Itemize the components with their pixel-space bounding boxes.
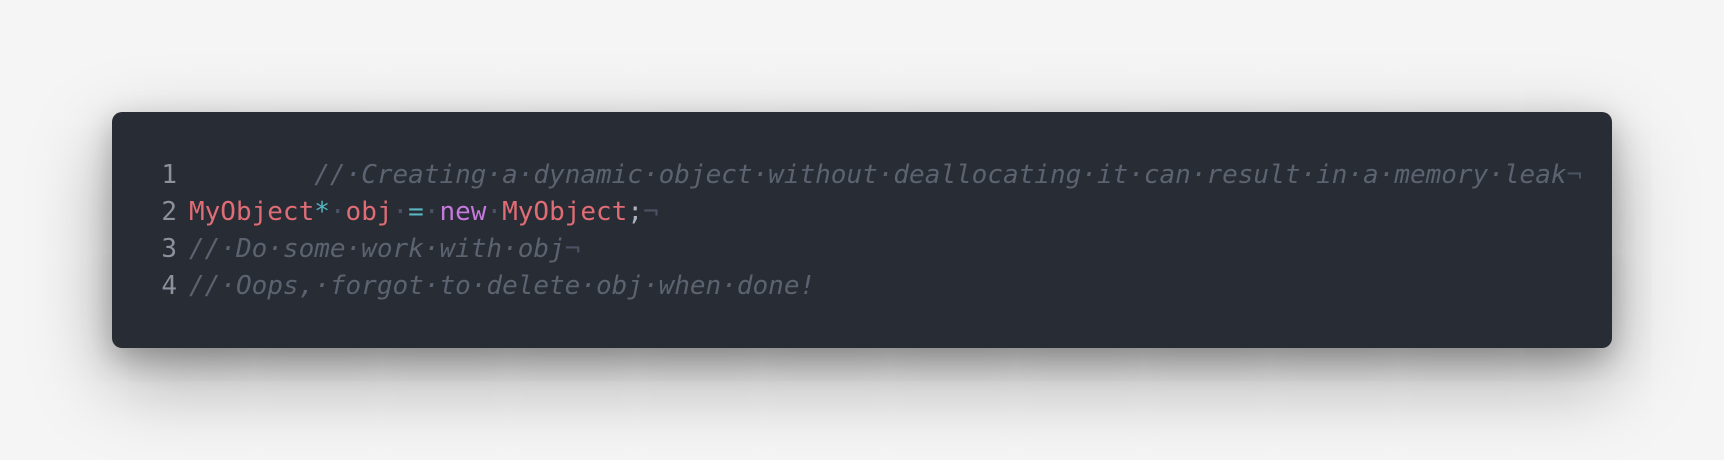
line-content: //·Oops,·forgot·to·delete·obj·when·done!: [189, 268, 1612, 305]
comment-token: //·Do·some·work·with·obj: [189, 234, 565, 264]
line-number: 4: [161, 271, 177, 301]
variable-token: obj: [345, 197, 393, 227]
line-number: 3: [161, 234, 177, 264]
whitespace-marker: ·: [486, 197, 503, 227]
type-token: MyObject: [189, 197, 315, 227]
semicolon-token: ;: [627, 197, 643, 227]
code-line-3: 3 //·Do·some·work·with·obj¬: [112, 231, 1612, 268]
code-line-4: 4 //·Oops,·forgot·to·delete·obj·when·don…: [112, 268, 1612, 305]
code-editor-window: 1 //·Creating·a·dynamic·object·without·d…: [112, 112, 1612, 348]
line-number: 1: [161, 160, 177, 190]
line-end-marker: ¬: [564, 234, 581, 264]
whitespace-marker: ·: [329, 197, 346, 227]
whitespace-marker: ·: [423, 197, 440, 227]
line-end-marker: ¬: [643, 197, 659, 227]
comment-token: //·Oops,·forgot·to·delete·obj·when·done!: [189, 271, 816, 301]
code-lines: 1 //·Creating·a·dynamic·object·without·d…: [112, 157, 1612, 305]
line-content: MyObject*·obj·=·new·MyObject;¬: [189, 194, 1612, 231]
pointer-operator-token: *: [314, 197, 330, 227]
whitespace-marker: ·: [392, 197, 409, 227]
type-token: MyObject: [502, 197, 628, 227]
comment-token: //·Creating·a·dynamic·object·without·dea…: [314, 160, 1567, 190]
keyword-token: new: [439, 197, 487, 227]
code-line-2: 2 MyObject*·obj·=·new·MyObject;¬: [112, 194, 1612, 231]
line-number: 2: [161, 197, 177, 227]
assign-operator-token: =: [408, 197, 424, 227]
line-end-marker: ¬: [1566, 160, 1583, 190]
code-line-1: 1 //·Creating·a·dynamic·object·without·d…: [112, 157, 1612, 194]
line-content: //·Do·some·work·with·obj¬: [189, 231, 1612, 268]
